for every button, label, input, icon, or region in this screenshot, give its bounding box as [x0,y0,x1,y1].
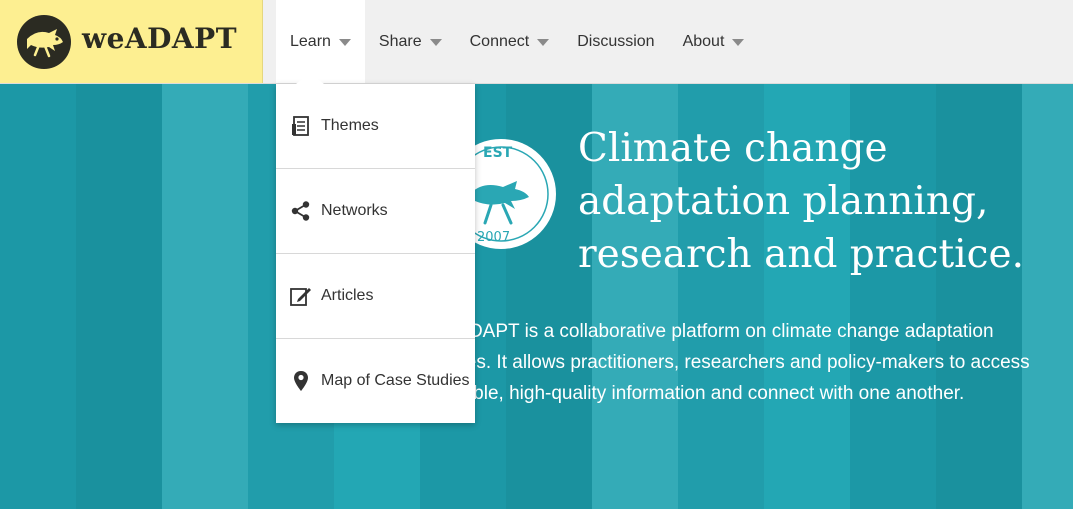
nav-about[interactable]: About [669,0,759,83]
nav-connect[interactable]: Connect [456,0,564,83]
fish-logo-icon [17,15,71,69]
dropdown-item-label: Themes [321,117,379,134]
chevron-down-icon [338,39,351,46]
dropdown-item-networks[interactable]: Networks [276,169,475,254]
brand-name: weADAPT [82,22,238,55]
hero-title: Climate change adaptation planning, rese… [578,126,1024,277]
document-icon [289,114,313,138]
map-pin-icon [289,369,313,393]
badge-year-text: 2007 [477,230,510,245]
dropdown-item-map-of-case-studies[interactable]: Map of Case Studies [276,339,475,423]
nav-label: Discussion [577,32,655,50]
badge-top-text: EST [483,145,513,161]
hero-description: weADAPT is a collaborative platform on c… [432,321,1030,404]
edit-icon [289,284,313,308]
nav-label: Connect [469,32,530,50]
nav-label: Share [378,32,422,50]
brand-logo[interactable]: weADAPT [0,0,263,83]
dropdown-item-label: Articles [321,287,374,304]
nav-label: Learn [290,32,331,50]
share-icon [289,199,313,223]
nav-discussion[interactable]: Discussion [563,0,668,83]
learn-dropdown-menu: Themes Networks Articles Map of Case Stu… [276,72,475,423]
chevron-down-icon [732,39,745,46]
nav-share[interactable]: Share [365,0,456,83]
dropdown-item-articles[interactable]: Articles [276,254,475,339]
dropdown-item-label: Networks [321,202,388,219]
site-header: weADAPT Learn Share Connect Discussion A… [0,0,1073,84]
dropdown-item-themes[interactable]: Themes [276,84,475,169]
nav-label: About [682,32,725,50]
chevron-down-icon [429,39,442,46]
main-nav: Learn Share Connect Discussion About [276,0,758,83]
hero-banner: EST 2007 Climate change adaptation plann… [0,84,1073,509]
nav-learn[interactable]: Learn [276,0,365,83]
chevron-down-icon [537,39,550,46]
dropdown-item-label: Map of Case Studies [321,372,470,389]
